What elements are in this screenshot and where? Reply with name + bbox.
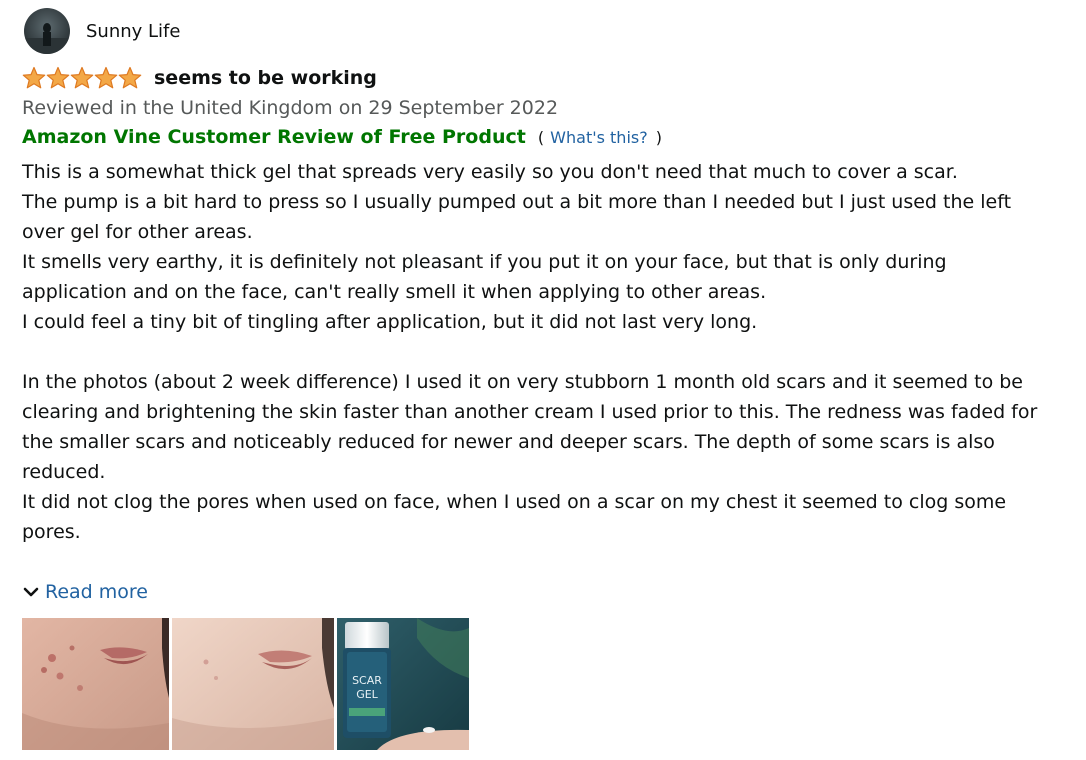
review-photos: SCAR GEL	[22, 618, 1062, 750]
star-icon	[46, 66, 70, 89]
reviewer-profile[interactable]: Sunny Life	[22, 8, 1062, 54]
product-label-line2: GEL	[356, 688, 378, 701]
review-card: Sunny Life seems to be working Reviewed …	[22, 8, 1062, 750]
review-title[interactable]: seems to be working	[154, 67, 377, 89]
review-paragraph: I could feel a tiny bit of tingling afte…	[22, 311, 758, 333]
review-paragraph: This is a somewhat thick gel that spread…	[22, 161, 958, 183]
review-paragraph: It smells very earthy, it is definitely …	[22, 251, 947, 303]
review-photo-product[interactable]: SCAR GEL	[337, 618, 469, 750]
review-paragraph: It did not clog the pores when used on f…	[22, 491, 1007, 543]
review-body: This is a somewhat thick gel that spread…	[22, 157, 1052, 547]
review-paragraph: In the photos (about 2 week difference) …	[22, 371, 1038, 483]
whats-this-open-paren: (	[537, 128, 545, 147]
vine-badge-row: Amazon Vine Customer Review of Free Prod…	[22, 124, 1062, 151]
review-photo-after[interactable]	[172, 618, 334, 750]
read-more-link[interactable]: Read more	[22, 577, 1062, 607]
star-icon	[70, 66, 94, 89]
reviewer-name[interactable]: Sunny Life	[86, 21, 180, 42]
review-title-row: seems to be working	[22, 65, 1062, 91]
face-photo-before-icon	[22, 618, 169, 750]
star-icon	[94, 66, 118, 89]
review-date: Reviewed in the United Kingdom on 29 Sep…	[22, 97, 559, 119]
star-icon	[118, 66, 142, 89]
vine-label: Amazon Vine Customer Review of Free Prod…	[22, 126, 526, 148]
whats-this-link[interactable]: What's this?	[550, 128, 648, 147]
avatar[interactable]	[24, 8, 70, 54]
product-photo-icon: SCAR GEL	[337, 618, 469, 750]
star-icon	[22, 66, 46, 89]
star-rating[interactable]	[22, 66, 142, 90]
whats-this-close-paren: )	[655, 128, 663, 147]
chevron-down-icon	[23, 587, 39, 597]
face-photo-after-icon	[172, 618, 334, 750]
profile-avatar-icon	[24, 8, 70, 54]
product-label-line1: SCAR	[352, 674, 382, 687]
read-more-label[interactable]: Read more	[45, 581, 148, 603]
review-paragraph: The pump is a bit hard to press so I usu…	[22, 191, 1012, 243]
review-photo-before[interactable]	[22, 618, 169, 750]
